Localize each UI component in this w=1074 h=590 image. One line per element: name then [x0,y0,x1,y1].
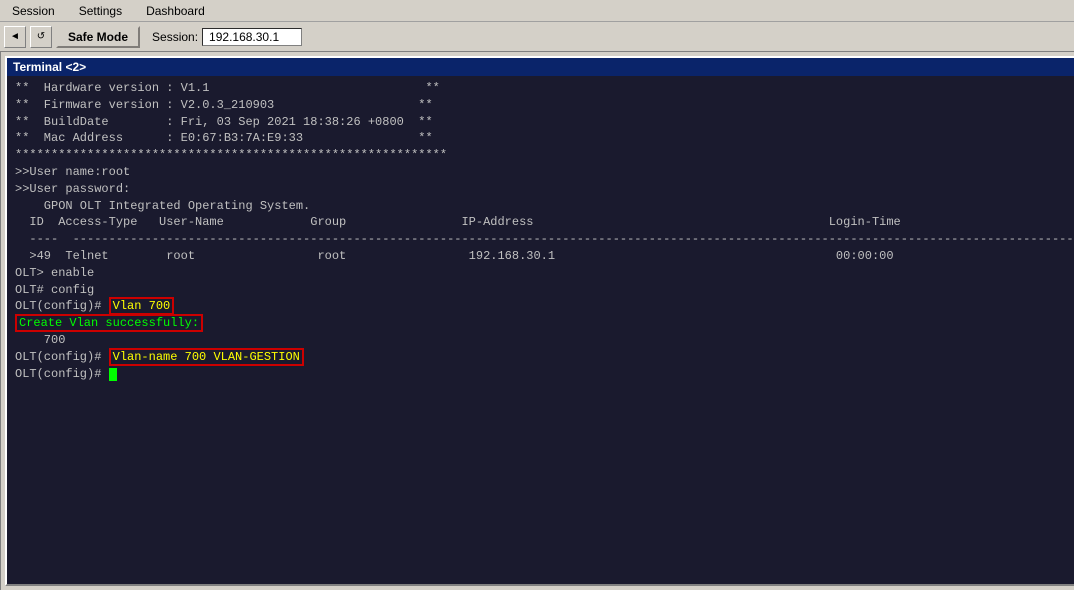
term-login-line: >>User password: [15,181,1074,198]
term-command-line: OLT(config)# Vlan 700 [15,298,1074,315]
term-header-line: ** Mac Address : E0:67:B3:7A:E9:33 ** [15,130,1074,147]
terminal-title: Terminal <2> [13,60,86,74]
menu-session[interactable]: Session [4,2,63,20]
term-command-line: Create Vlan successfully: [15,315,1074,332]
term-table-row: >49 Telnet root root 192.168.30.1 00:00:… [15,248,1074,265]
term-highlighted-cmd: Vlan-name 700 VLAN-GESTION [109,348,304,366]
session-label: Session: [152,30,198,44]
refresh-button[interactable]: ↺ [30,26,52,48]
term-table-header: ID Access-Type User-Name Group IP-Addres… [15,214,1074,231]
term-header-line: ** Hardware version : V1.1 ** [15,80,1074,97]
menu-bar: Session Settings Dashboard [0,0,1074,22]
term-command-line: OLT# config [15,282,1074,299]
back-button[interactable]: ◄ [4,26,26,48]
term-command-line: OLT> enable [15,265,1074,282]
terminal-content: ** Hardware version : V1.1 **** Firmware… [15,80,1074,382]
term-login-line: >>User name:root [15,164,1074,181]
terminal-titlebar: Terminal <2> _ □ ✕ [7,58,1074,76]
terminal-body[interactable]: ** Hardware version : V1.1 **** Firmware… [7,76,1074,584]
menu-settings[interactable]: Settings [71,2,130,20]
safe-mode-button[interactable]: Safe Mode [56,26,140,48]
term-table-divider: ---- -----------------------------------… [15,231,1074,248]
menu-dashboard[interactable]: Dashboard [138,2,213,20]
session-ip: 192.168.30.1 [202,28,302,46]
main-layout: /inBox ⚙Quick Set■CAPsMAN▤Interfaces◉Wir… [0,52,1074,590]
term-command-line: OLT(config)# Vlan-name 700 VLAN-GESTION [15,349,1074,366]
term-header-line: ** Firmware version : V2.0.3_210903 ** [15,97,1074,114]
terminal-cursor [109,368,117,381]
terminal-window: Terminal <2> _ □ ✕ ** Hardware version :… [5,56,1074,586]
term-command-line: 700 [15,332,1074,349]
terminal-container: Terminal <2> _ □ ✕ ** Hardware version :… [1,52,1074,590]
term-command-line: OLT(config)# [15,366,1074,383]
term-header-line: ** BuildDate : Fri, 03 Sep 2021 18:38:26… [15,114,1074,131]
term-highlighted-response: Create Vlan successfully: [15,314,203,332]
term-header-line: ****************************************… [15,147,1074,164]
term-highlighted-cmd: Vlan 700 [109,297,175,315]
toolbar: ◄ ↺ Safe Mode Session: 192.168.30.1 [0,22,1074,52]
term-system-name: GPON OLT Integrated Operating System. [15,198,1074,215]
